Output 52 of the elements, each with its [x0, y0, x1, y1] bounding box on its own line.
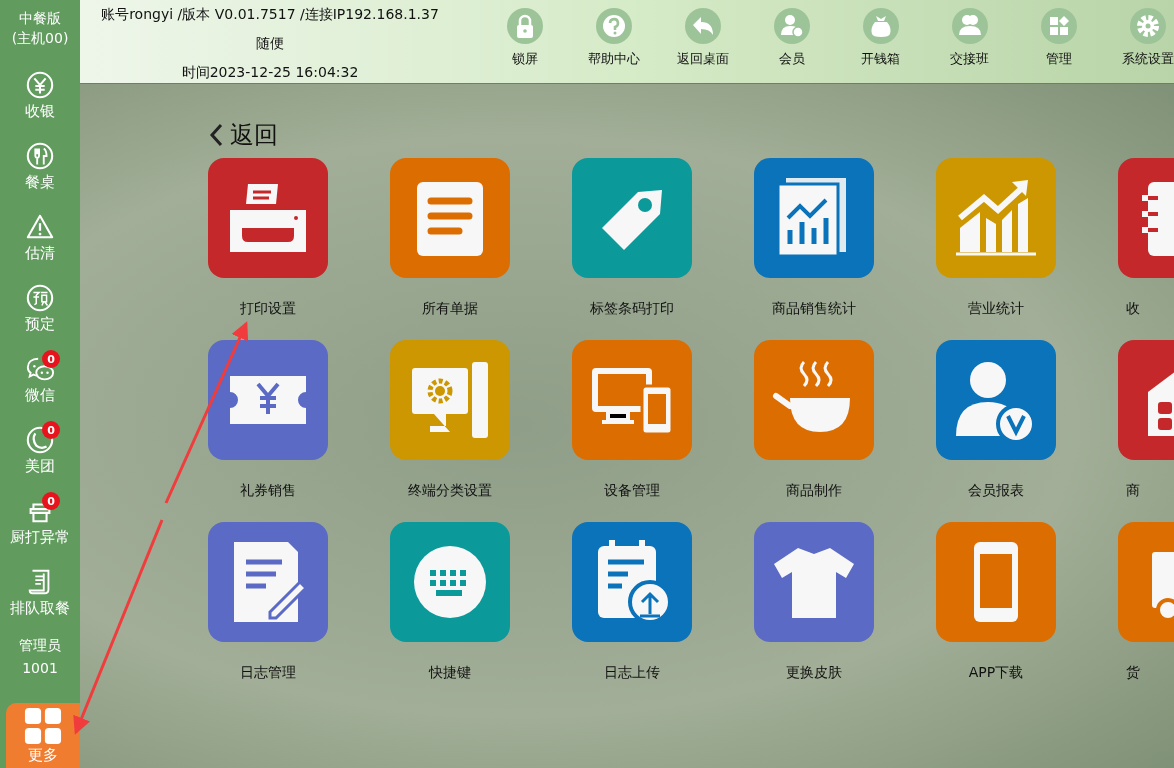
feature-tile[interactable]: 标签条码打印 [572, 158, 754, 340]
feature-tile[interactable]: 设备管理 [572, 340, 754, 522]
feature-tile[interactable]: 所有单据 [390, 158, 572, 340]
user-role: 管理员 [19, 636, 61, 655]
count-badge: 0 [42, 350, 60, 368]
sidebar-item[interactable]: 0 厨打异常 [0, 492, 80, 563]
feature-tile[interactable]: 礼券销售 [208, 340, 390, 522]
feature-tile[interactable]: 商 [1118, 340, 1174, 522]
sidebar-item[interactable]: 0 美团 [0, 421, 80, 492]
yen-icon [25, 70, 55, 100]
feature-tile[interactable]: 货 [1118, 522, 1174, 704]
feature-tile[interactable]: 商品制作 [754, 340, 936, 522]
help-icon [595, 8, 632, 44]
toolbar-button[interactable]: 系统设置 [1103, 0, 1174, 83]
toolbar-button[interactable]: 会员 [747, 0, 836, 83]
feature-tile[interactable]: 营业统计 [936, 158, 1118, 340]
feature-tile[interactable]: 收 [1118, 158, 1174, 340]
count-badge: 0 [42, 492, 60, 510]
money-bag-icon [862, 8, 899, 44]
feature-tile[interactable]: 更换皮肤 [754, 522, 936, 704]
back-link[interactable]: 返回 [208, 120, 278, 150]
people-icon [951, 8, 988, 44]
toolbar-button[interactable]: 返回桌面 [658, 0, 747, 83]
count-badge: 0 [42, 421, 60, 439]
fork-knife-icon [25, 141, 55, 171]
grid-icon [24, 707, 62, 745]
toolbar-button[interactable]: 管理 [1014, 0, 1103, 83]
user-id: 1001 [22, 659, 58, 678]
feature-tile[interactable]: 会员报表 [936, 340, 1118, 522]
reserve-icon [25, 283, 55, 313]
account-info: 账号rongyi /版本 V0.01.7517 /连接IP192.168.1.37 [101, 5, 439, 24]
toolbar-button[interactable]: 开钱箱 [836, 0, 925, 83]
feature-tile[interactable]: 商品销售统计 [754, 158, 936, 340]
feature-tile[interactable]: 日志上传 [572, 522, 754, 704]
toolbar-button[interactable]: 锁屏 [480, 0, 569, 83]
blocks-icon [1040, 8, 1077, 44]
feature-tile[interactable]: 打印设置 [208, 158, 390, 340]
sidebar-item[interactable]: 0 微信 [0, 350, 80, 421]
store-name: 随便 [256, 34, 284, 53]
settings-icon [1129, 8, 1166, 44]
lock-icon [506, 8, 543, 44]
host-label: (主机00) [11, 29, 69, 48]
edition-label: 中餐版 [19, 9, 61, 28]
toolbar-button[interactable]: 交接班 [925, 0, 1014, 83]
clock-text: 时间2023-12-25 16:04:32 [181, 63, 359, 82]
feature-tile[interactable]: 快捷键 [390, 522, 572, 704]
member-icon [773, 8, 810, 44]
feature-tile[interactable]: APP下载 [936, 522, 1118, 704]
feature-tile[interactable]: 日志管理 [208, 522, 390, 704]
toolbar-button[interactable]: 帮助中心 [569, 0, 658, 83]
chevron-left-icon [208, 123, 224, 147]
feature-tile[interactable]: 终端分类设置 [390, 340, 572, 522]
